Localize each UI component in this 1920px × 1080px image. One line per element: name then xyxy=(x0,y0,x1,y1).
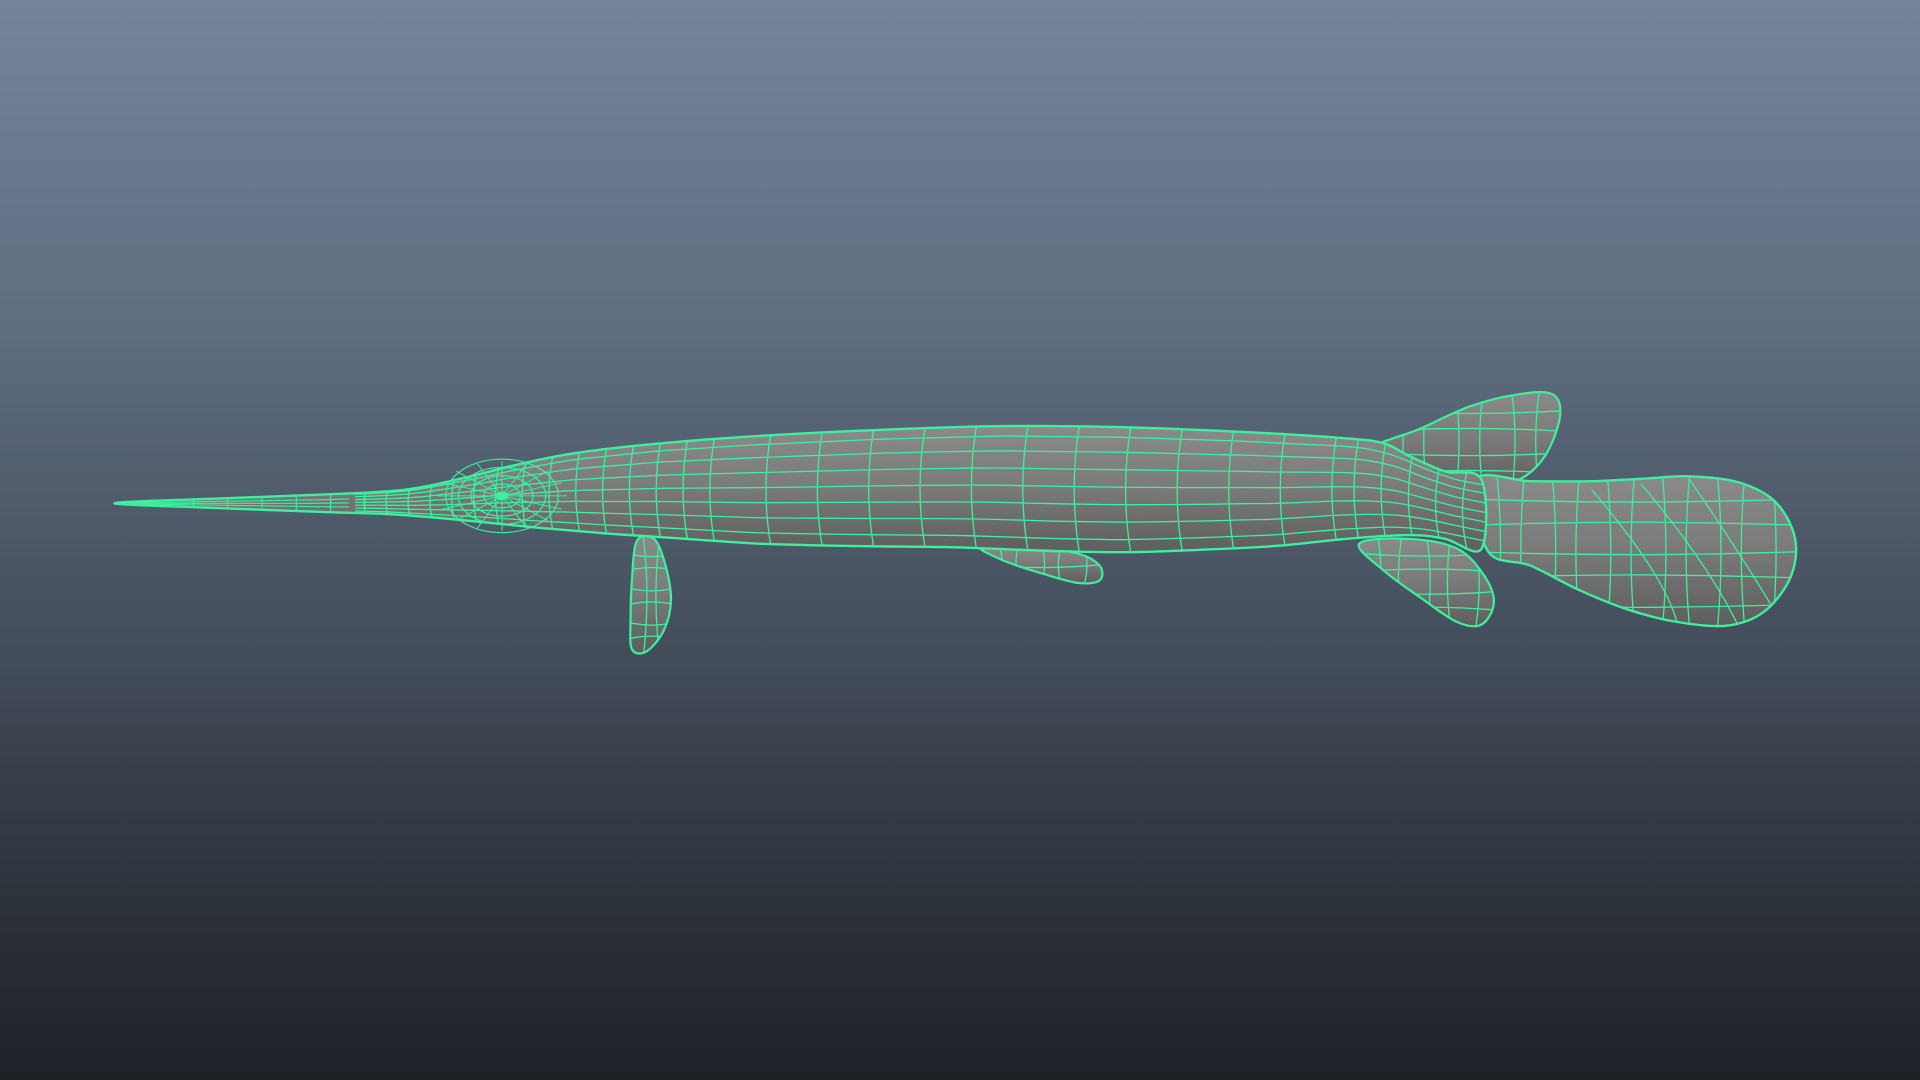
pupil xyxy=(498,491,507,500)
fish-body[interactable] xyxy=(113,422,1488,558)
viewport-scene[interactable] xyxy=(0,0,1920,1080)
caudal-fin[interactable] xyxy=(1469,473,1800,631)
fish-mesh[interactable] xyxy=(113,389,1800,656)
3d-viewport[interactable] xyxy=(0,0,1920,1080)
pectoral-fin[interactable] xyxy=(627,534,676,656)
